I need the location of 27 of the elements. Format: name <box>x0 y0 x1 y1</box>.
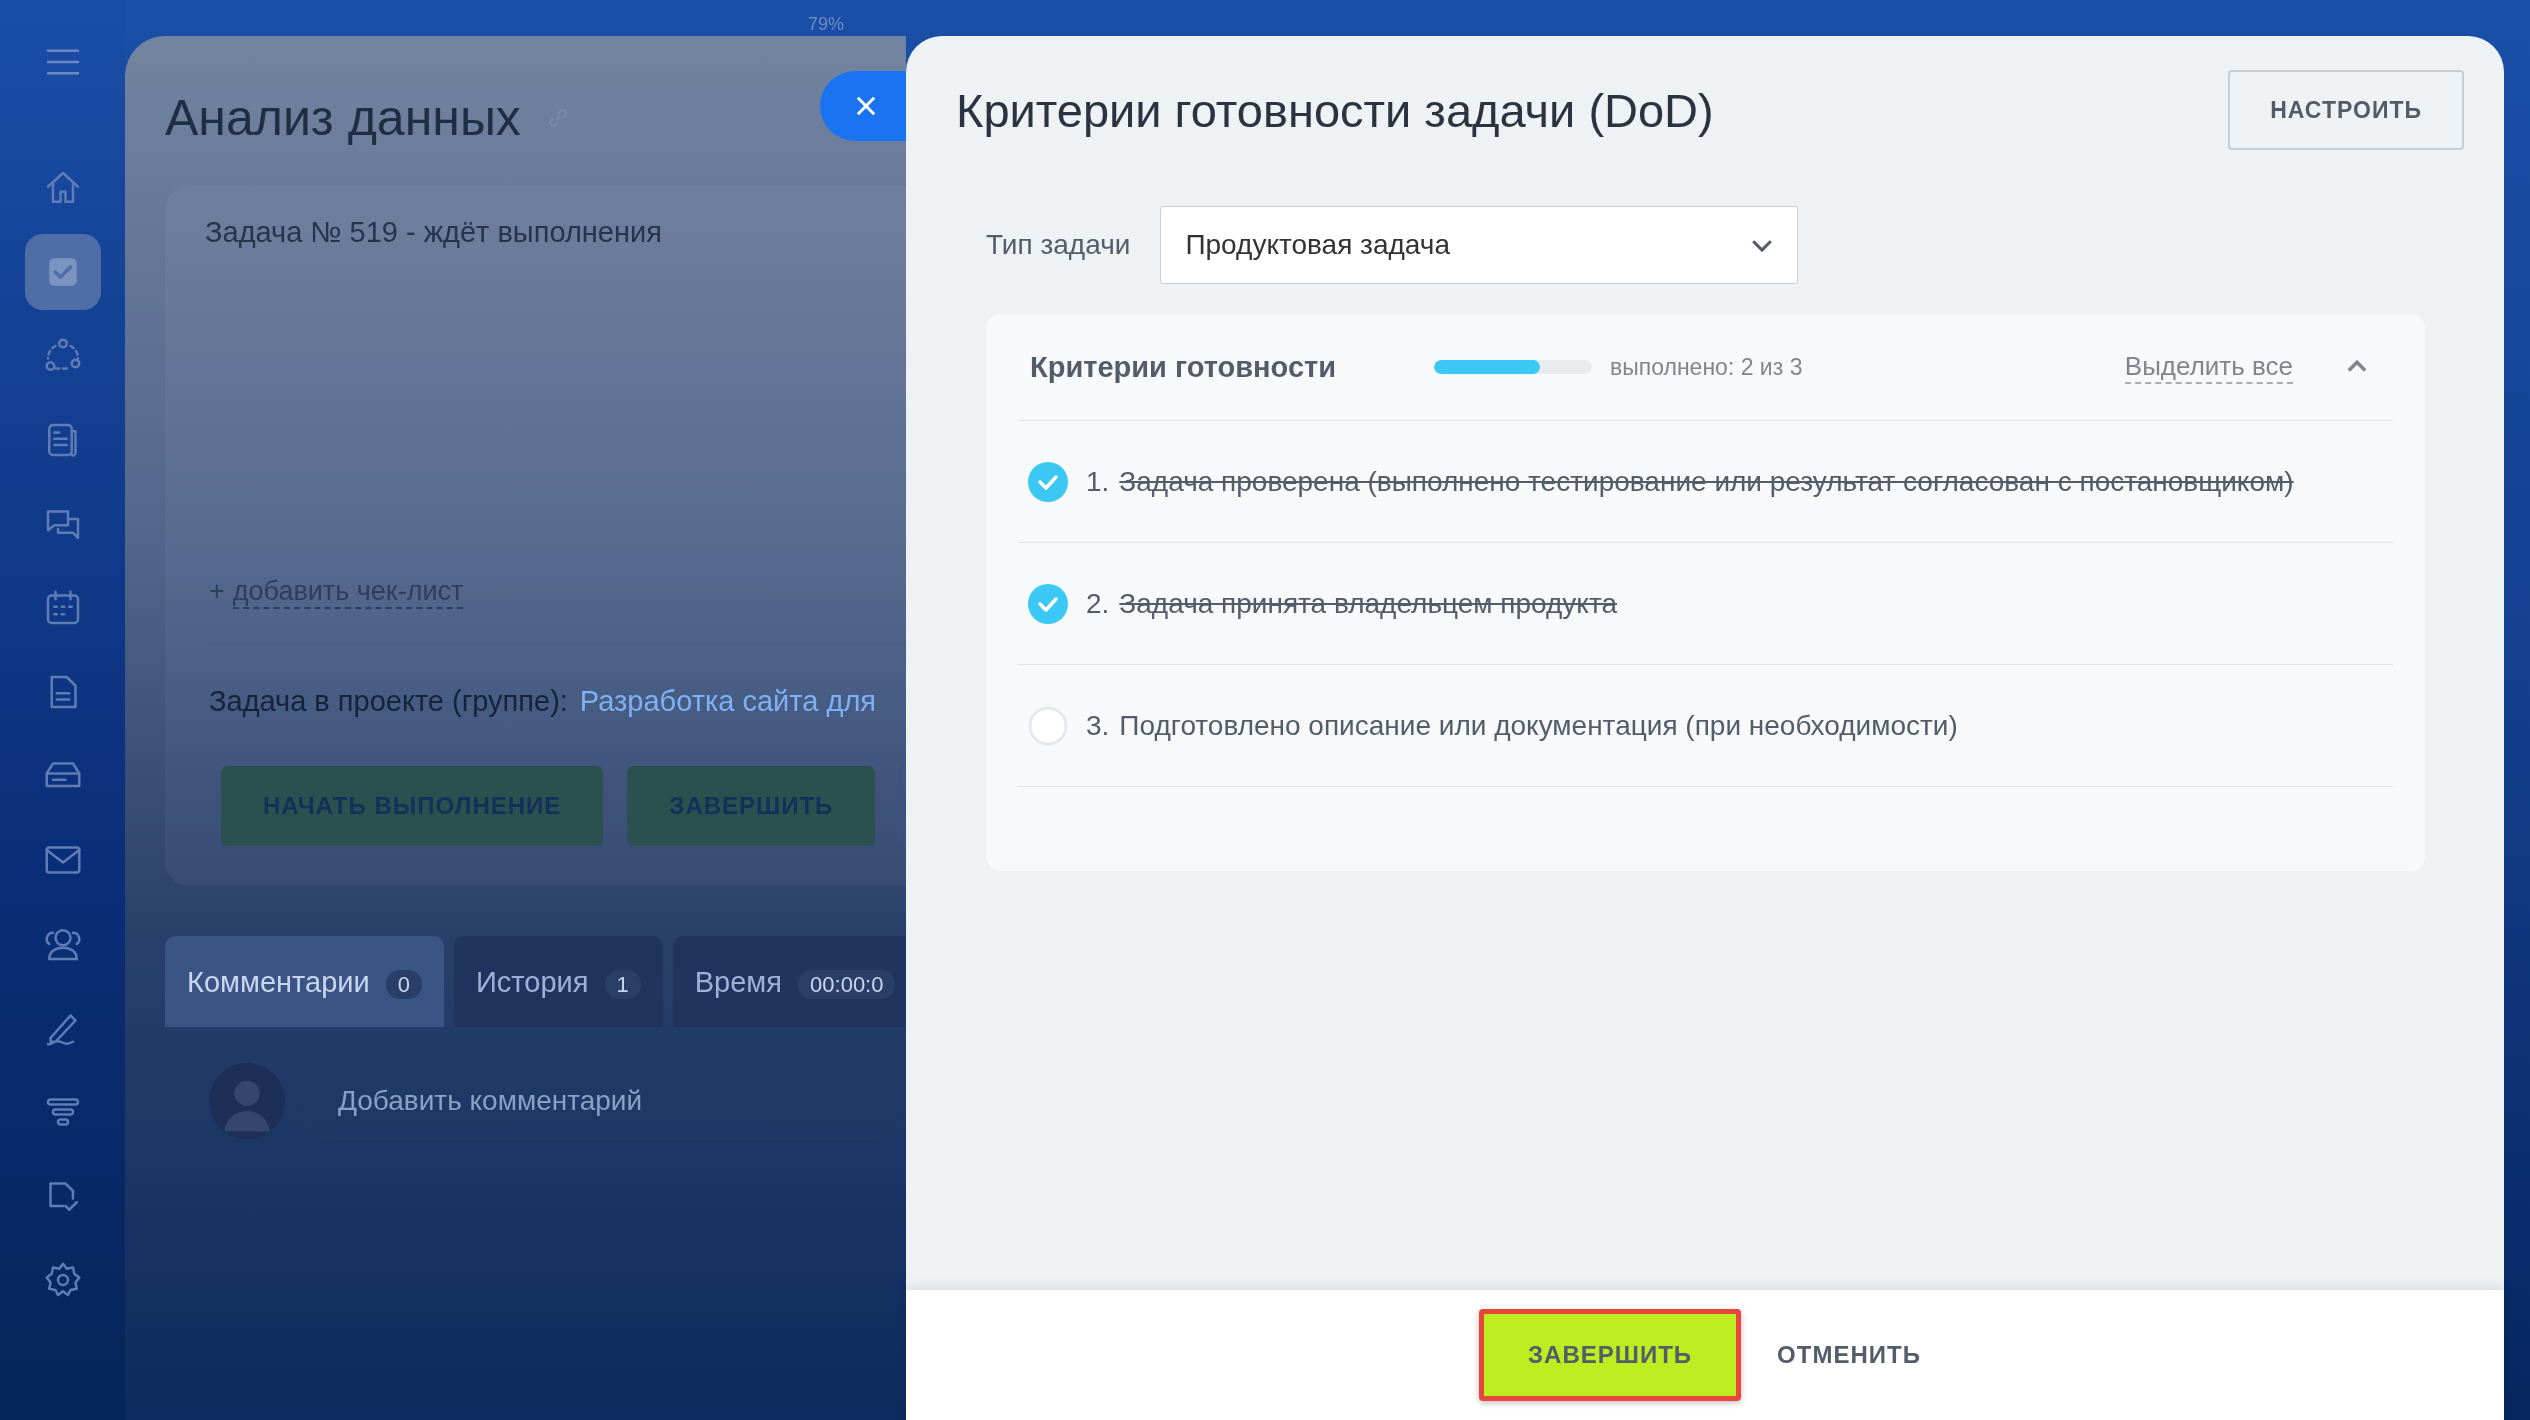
checkbox[interactable] <box>1028 583 1068 624</box>
criterion-text: Задача проверена (выполнено тестирование или результат согласован с постановщиком) <box>1119 465 2294 498</box>
dialog-title: Критерии готовности задачи (DoD) <box>956 82 1714 138</box>
criterion-number: 2. <box>1086 587 1110 620</box>
select-all-link[interactable]: Выделить все <box>2124 350 2293 384</box>
tab[interactable]: Комментарии 0 <box>165 936 444 1027</box>
checkbox[interactable] <box>1028 705 1068 746</box>
tab[interactable]: Время 00:00:0 <box>672 936 906 1027</box>
project-label: Задача в проекте (группе): <box>209 685 568 717</box>
criteria-title: Критерии готовности <box>1030 350 1338 384</box>
criterion-number: 1. <box>1086 465 1110 498</box>
criterion-text: Задача принята владельцем продукта <box>1119 587 1617 620</box>
task-title: Анализ данных <box>165 89 521 147</box>
cancel-button[interactable]: ОТМЕНИТЬ <box>1767 1331 1931 1379</box>
sidebar-item[interactable] <box>24 234 101 310</box>
task-type-label: Тип задачи <box>986 229 1131 261</box>
battery-text: 79% <box>808 14 845 35</box>
progress-text: выполнено: 2 из 3 <box>1610 353 1804 381</box>
tab[interactable]: История 1 <box>453 936 663 1027</box>
criterion-text: Подготовлено описание или документация (при необходимости) <box>1119 709 1958 742</box>
plus-sign: + <box>209 576 225 608</box>
complete-button[interactable]: ЗАВЕРШИТЬ <box>1479 1309 1742 1401</box>
settings-button[interactable]: НАСТРОИТЬ <box>2228 70 2464 150</box>
checkbox[interactable] <box>1028 461 1068 502</box>
project-link[interactable]: Разработка сайта для <box>579 685 876 717</box>
task-type-dropdown[interactable]: Продуктовая задача <box>1160 206 1799 284</box>
criterion-number: 3. <box>1086 709 1110 742</box>
